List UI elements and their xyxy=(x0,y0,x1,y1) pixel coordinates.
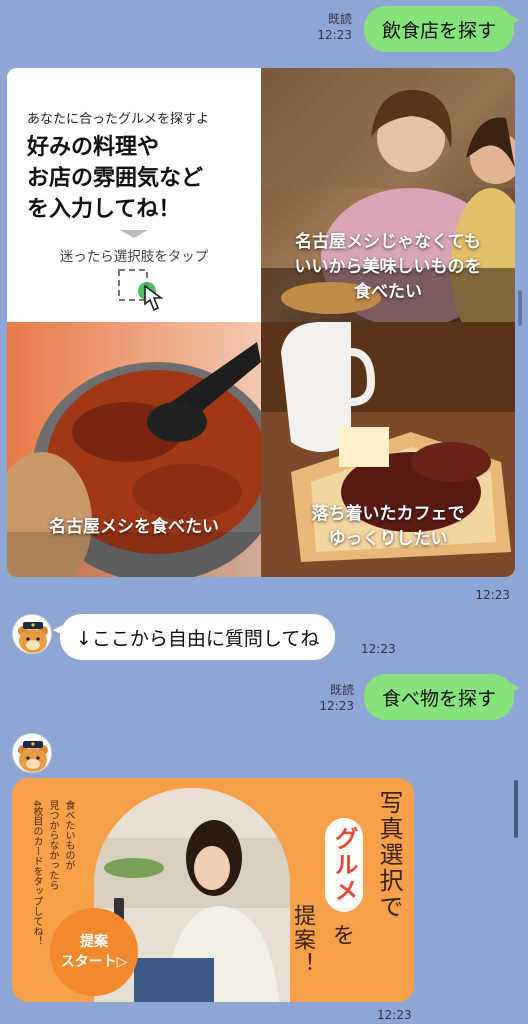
card-time: 12:23 xyxy=(377,1008,412,1022)
avatar[interactable] xyxy=(12,614,52,654)
intro-cell: あなたに合ったグルメを探すよ 好みの料理や お店の雰囲気など を入力してね！ 迷… xyxy=(7,68,261,322)
intro-heading: 好みの料理や お店の雰囲気など を入力してね！ xyxy=(27,135,204,222)
sent-message-bubble[interactable]: 食べ物を探す xyxy=(363,674,521,720)
option-card-nagoya-food[interactable]: 名古屋メシを食べたい xyxy=(7,322,261,577)
headline-column-left: 提案！ xyxy=(290,904,315,976)
scrollbar[interactable] xyxy=(514,780,518,838)
photo-select-card[interactable]: 食べたいものが 見つからなかったら 4枚目のカードをタップしてね！ 提案 スター… xyxy=(12,778,414,1002)
suggestion-card-grid: あなたに合ったグルメを探すよ 好みの料理や お店の雰囲気など を入力してね！ 迷… xyxy=(7,68,515,577)
received-message-bubble[interactable]: ↓ここから自由に質問してね xyxy=(52,614,336,660)
sent-message-bubble[interactable]: 飲食店を探す xyxy=(363,6,521,52)
gourmet-word: グルメ xyxy=(325,818,363,912)
option-card-delicious-food[interactable]: 名古屋メシじゃなくても いいから美味しいものを 食べたい xyxy=(261,68,515,322)
message-text: 食べ物を探す xyxy=(381,687,496,710)
message-time: 12:23 xyxy=(361,642,396,656)
avatar[interactable] xyxy=(12,733,52,773)
card-time: 12:23 xyxy=(475,588,510,602)
option-caption: 落ち着いたカフェで ゆっくりしたい xyxy=(311,504,465,549)
message-text: 飲食店を探す xyxy=(381,19,496,42)
read-receipt: 既読 12:23 xyxy=(317,12,352,42)
bear-avatar-icon xyxy=(13,734,51,772)
headline-column-right: 写真選択で xyxy=(375,790,403,920)
chevron-down-icon xyxy=(120,230,148,238)
scrollbar[interactable] xyxy=(518,290,522,326)
headline-column-middle: グルメ を xyxy=(324,818,364,950)
option-card-cafe[interactable]: 落ち着いたカフェで ゆっくりしたい xyxy=(261,322,515,577)
message-text: ↓ここから自由に質問してね xyxy=(76,627,320,650)
read-receipt: 既読 12:23 xyxy=(319,683,354,713)
tap-hand-icon xyxy=(117,268,167,313)
bear-avatar-icon xyxy=(13,615,51,653)
option-caption: 名古屋メシじゃなくても いいから美味しいものを 食べたい xyxy=(294,232,482,302)
intro-small-text: あなたに合ったグルメを探すよ xyxy=(27,112,210,127)
hint-text: 迷ったら選択肢をタップ xyxy=(59,249,209,265)
start-proposal-button[interactable]: 提案 スタート▷ xyxy=(50,908,138,996)
option-caption: 名古屋メシを食べたい xyxy=(49,517,219,537)
